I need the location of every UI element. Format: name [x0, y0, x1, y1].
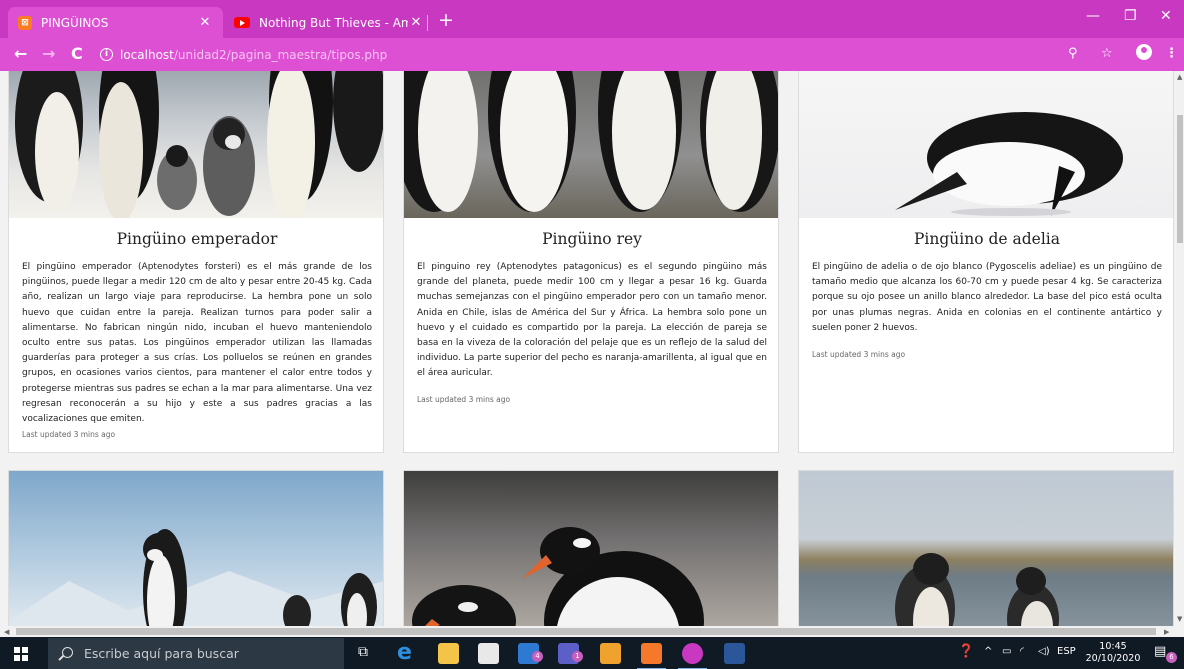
notification-icon[interactable]: ▤ [1154, 644, 1166, 659]
forward-icon[interactable]: → [42, 44, 55, 63]
restore-icon[interactable]: ❐ [1124, 8, 1137, 24]
new-tab-button[interactable]: + [438, 9, 454, 31]
scroll-down-icon[interactable]: ▼ [1177, 615, 1182, 623]
clock-date: 20/10/2020 [1085, 653, 1141, 664]
url-path: /unidad2/pagina_maestra/tipos.php [173, 47, 388, 62]
card-adelia: Pingüino de adelia El pingüino de adelia… [798, 71, 1174, 453]
minimize-icon[interactable]: — [1086, 8, 1100, 24]
card-updated: Last updated 3 mins ago [417, 395, 511, 404]
address-bar[interactable]: i localhost/unidad2/pagina_maestra/tipos… [100, 42, 1100, 67]
card-updated: Last updated 3 mins ago [812, 350, 906, 359]
card-emperador: Pingüino emperador El pingüino emperador… [8, 71, 384, 453]
url-host: localhost [120, 47, 174, 62]
chevron-up-icon[interactable]: ^ [984, 646, 992, 657]
close-icon[interactable]: ✕ [408, 15, 424, 30]
mail-badge: 4 [532, 651, 543, 662]
task-view-icon[interactable]: ⧉ [358, 644, 368, 660]
language-indicator[interactable]: ESP [1057, 646, 1076, 657]
scroll-up-icon[interactable]: ▲ [1177, 73, 1182, 81]
word-icon[interactable] [724, 643, 745, 664]
clock-time: 10:45 [1099, 641, 1127, 652]
chinstrap-penguin-image [9, 471, 383, 626]
tab-title: PINGÜINOS [41, 15, 109, 30]
gentoo-penguin-image [404, 471, 778, 626]
card-title: Pingüino emperador [116, 230, 278, 248]
file-explorer-icon[interactable] [438, 643, 459, 664]
page-viewport: Pingüino emperador El pingüino emperador… [0, 71, 1176, 626]
close-icon[interactable]: ✕ [197, 15, 213, 30]
back-icon[interactable]: ← [14, 44, 27, 63]
volume-icon[interactable]: ◁) [1038, 646, 1050, 657]
notification-badge: 6 [1166, 652, 1177, 663]
tab-title: Nothing But Thieves - Amsterdam [259, 15, 408, 30]
scroll-right-icon[interactable]: ▶ [1164, 628, 1169, 636]
xampp-icon: ⊠ [18, 15, 32, 30]
help-icon[interactable]: ❓ [958, 644, 974, 659]
xampp-icon[interactable] [637, 643, 666, 669]
emperor-penguin-image [9, 71, 383, 222]
card-barbijo [8, 470, 384, 626]
vertical-scrollbar[interactable]: ▲ ▼ [1176, 71, 1184, 626]
humboldt-penguin-image [799, 471, 1173, 626]
card-updated: Last updated 3 mins ago [22, 430, 116, 439]
profile-icon[interactable] [1136, 44, 1152, 60]
taskbar-search-input[interactable]: Escribe aquí para buscar [48, 638, 344, 669]
tab-strip: ⊠ PINGÜINOS ✕ Nothing But Thieves - Amst… [0, 0, 1184, 38]
card-text: El pinguino rey (Aptenodytes patagonicus… [417, 262, 767, 379]
zoom-icon[interactable]: ⚲ [1068, 46, 1078, 61]
card-title: Pingüino rey [542, 230, 642, 248]
battery-icon[interactable]: ▭ [1002, 646, 1011, 657]
tab-separator [427, 15, 428, 31]
scroll-thumb[interactable] [1177, 115, 1183, 243]
tab-pinguinos[interactable]: ⊠ PINGÜINOS ✕ [8, 7, 223, 38]
menu-icon[interactable]: ⋮ [1165, 46, 1178, 61]
scroll-thumb[interactable] [16, 628, 1156, 635]
scroll-left-icon[interactable]: ◀ [4, 628, 9, 636]
horizontal-scrollbar[interactable]: ◀ ▶ [0, 626, 1176, 637]
store-icon[interactable] [478, 643, 499, 664]
card-rey: Pingüino rey El pinguino rey (Aptenodyte… [403, 71, 779, 453]
youtube-icon [234, 17, 250, 28]
taskbar-clock[interactable]: 10:45 20/10/2020 [1082, 641, 1144, 665]
tab-youtube[interactable]: Nothing But Thieves - Amsterdam ✕ [228, 7, 430, 38]
king-penguin-image [404, 71, 778, 218]
windows-taskbar: Escribe aquí para buscar ⧉ e 4 1 ❓ ^ ▭ ◜… [0, 637, 1184, 669]
search-icon [62, 647, 73, 658]
edge-icon[interactable]: e [397, 642, 418, 664]
wifi-icon[interactable]: ◜ [1020, 646, 1024, 657]
sublime-icon[interactable] [600, 643, 621, 664]
close-window-icon[interactable]: ✕ [1160, 8, 1172, 24]
search-placeholder: Escribe aquí para buscar [84, 646, 239, 661]
card-title: Pingüino de adelia [914, 230, 1060, 248]
reload-icon[interactable]: C [71, 44, 83, 63]
star-icon[interactable]: ☆ [1101, 46, 1113, 61]
card-papua [403, 470, 779, 626]
card-text: El pingüino emperador (Aptenodytes forst… [22, 262, 372, 425]
teams-badge: 1 [572, 651, 583, 662]
info-icon[interactable]: i [100, 48, 113, 61]
chrome-icon[interactable] [678, 643, 707, 669]
card-text: El pingüino de adelia o de ojo blanco (P… [812, 262, 1162, 333]
browser-toolbar: ← → C i localhost/unidad2/pagina_maestra… [0, 38, 1184, 71]
card-humboldt [798, 470, 1174, 626]
adelie-penguin-image [799, 71, 1173, 218]
windows-start-icon[interactable] [14, 647, 28, 661]
